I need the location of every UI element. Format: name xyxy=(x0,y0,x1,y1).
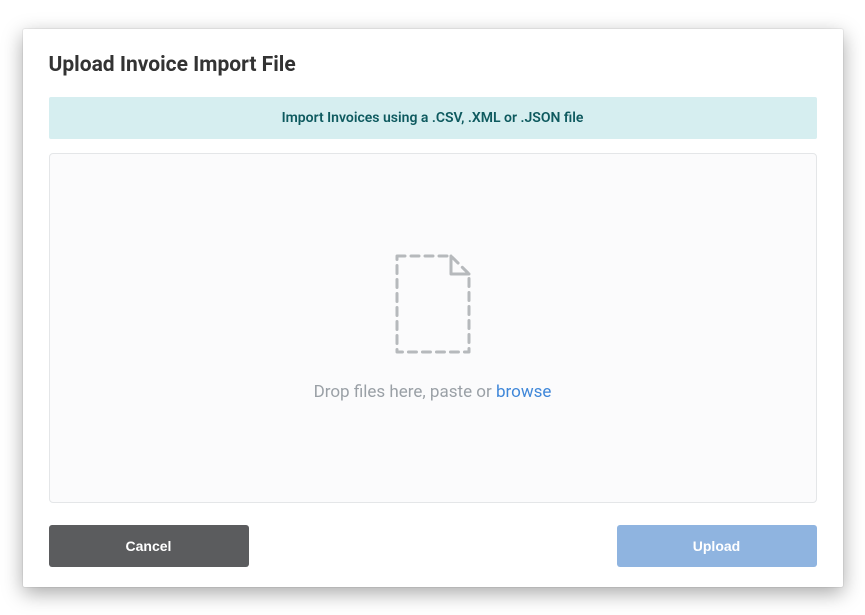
upload-button[interactable]: Upload xyxy=(617,525,817,567)
browse-link[interactable]: browse xyxy=(496,382,551,402)
file-dropzone[interactable]: Drop files here, paste or browse xyxy=(49,153,817,503)
button-row: Cancel Upload xyxy=(49,525,817,567)
info-banner: Import Invoices using a .CSV, .XML or .J… xyxy=(49,97,817,139)
dropzone-prompt: Drop files here, paste or browse xyxy=(314,382,552,402)
upload-invoice-modal: Upload Invoice Import File Import Invoic… xyxy=(23,29,843,587)
file-placeholder-icon xyxy=(395,254,471,354)
dropzone-prompt-prefix: Drop files here, paste or xyxy=(314,382,496,402)
cancel-button[interactable]: Cancel xyxy=(49,525,249,567)
modal-title: Upload Invoice Import File xyxy=(49,53,817,77)
